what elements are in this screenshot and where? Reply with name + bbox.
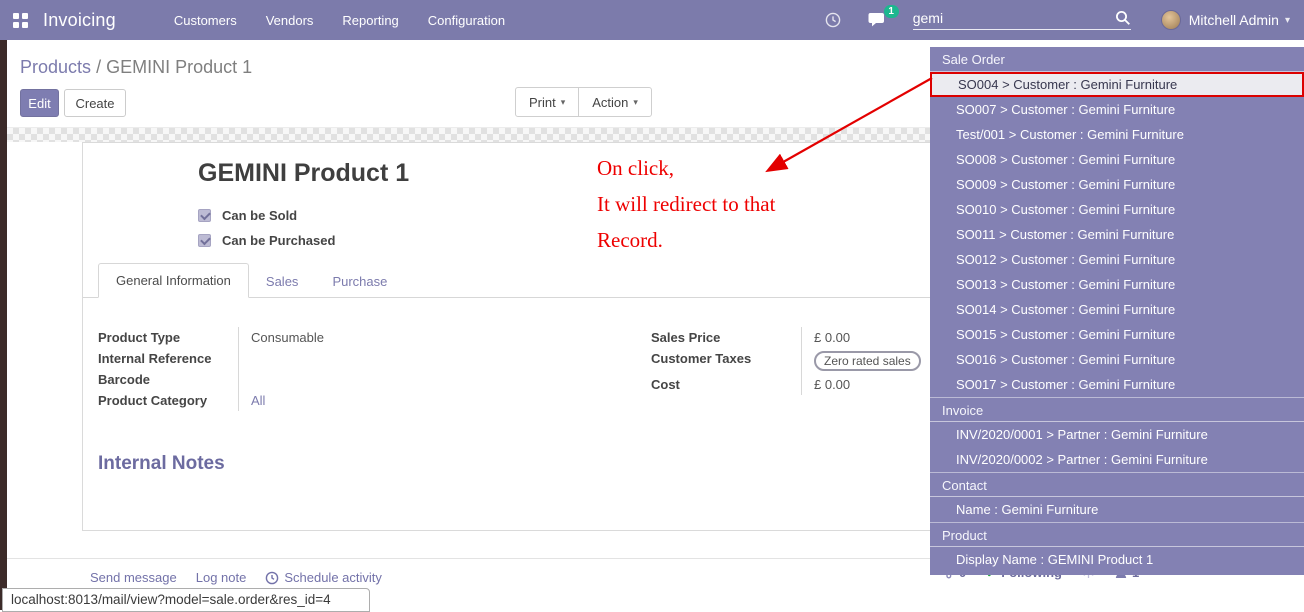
checkbox-icon[interactable] xyxy=(198,234,211,247)
breadcrumb-separator: / xyxy=(96,57,101,77)
search-section-header: Product xyxy=(930,522,1304,547)
search-section-header: Contact xyxy=(930,472,1304,497)
nav-menu-configuration[interactable]: Configuration xyxy=(428,13,505,28)
tab-sales[interactable]: Sales xyxy=(249,265,316,298)
breadcrumb-products-link[interactable]: Products xyxy=(20,57,91,77)
product-flags: Can be Sold Can be Purchased xyxy=(198,203,335,253)
nav-menu-reporting[interactable]: Reporting xyxy=(342,13,398,28)
action-button[interactable]: Action▾ xyxy=(578,87,652,117)
search-section-header: Sale Order xyxy=(930,47,1304,72)
messages-bubble-icon[interactable]: 1 xyxy=(868,12,887,29)
search-result-item[interactable]: Display Name : GEMINI Product 1 xyxy=(930,547,1304,572)
field-label-customer-taxes: Customer Taxes xyxy=(651,348,801,374)
send-message-link[interactable]: Send message xyxy=(90,570,177,585)
product-flag-row: Can be Sold xyxy=(198,203,335,228)
nav-menu-customers[interactable]: Customers xyxy=(174,13,237,28)
field-value-product-type: Consumable xyxy=(238,327,538,348)
activity-clock-icon[interactable] xyxy=(824,11,842,29)
search-result-item[interactable]: SO016 > Customer : Gemini Furniture xyxy=(930,347,1304,372)
search-icon[interactable] xyxy=(1115,10,1131,26)
search-result-item[interactable]: INV/2020/0002 > Partner : Gemini Furnitu… xyxy=(930,447,1304,472)
search-section-product: ProductDisplay Name : GEMINI Product 1 xyxy=(930,522,1304,572)
search-result-item[interactable]: SO009 > Customer : Gemini Furniture xyxy=(930,172,1304,197)
status-url-tooltip: localhost:8013/mail/view?model=sale.orde… xyxy=(2,588,370,612)
search-result-item[interactable]: SO004 > Customer : Gemini Furniture xyxy=(930,72,1304,97)
global-search-dropdown: Sale OrderSO004 > Customer : Gemini Furn… xyxy=(930,47,1304,575)
search-section-header: Invoice xyxy=(930,397,1304,422)
field-label-internal-reference: Internal Reference xyxy=(98,348,238,369)
search-result-item[interactable]: INV/2020/0001 > Partner : Gemini Furnitu… xyxy=(930,422,1304,447)
search-result-item[interactable]: Test/001 > Customer : Gemini Furniture xyxy=(930,122,1304,147)
field-label-barcode: Barcode xyxy=(98,369,238,390)
product-title: GEMINI Product 1 xyxy=(198,159,409,188)
tab-purchase[interactable]: Purchase xyxy=(315,265,404,298)
top-navbar: Invoicing Customers Vendors Reporting Confi… xyxy=(0,0,1304,40)
annotation-note: On click, It will redirect to that Recor… xyxy=(597,150,775,258)
field-label-product-category: Product Category xyxy=(98,390,238,411)
apps-grid-icon[interactable] xyxy=(13,13,28,28)
field-value-barcode xyxy=(238,369,538,390)
search-result-item[interactable]: SO008 > Customer : Gemini Furniture xyxy=(930,147,1304,172)
schedule-activity-link[interactable]: Schedule activity xyxy=(265,570,382,585)
search-result-item[interactable]: SO014 > Customer : Gemini Furniture xyxy=(930,297,1304,322)
search-result-item[interactable]: SO015 > Customer : Gemini Furniture xyxy=(930,322,1304,347)
field-label-product-type: Product Type xyxy=(98,327,238,348)
navbar-menus: Customers Vendors Reporting Configuration xyxy=(174,13,505,28)
checkbox-label: Can be Purchased xyxy=(222,233,335,248)
user-menu[interactable]: Mitchell Admin xyxy=(1189,12,1279,28)
breadcrumb-current: GEMINI Product 1 xyxy=(106,57,252,77)
search-result-item[interactable]: SO010 > Customer : Gemini Furniture xyxy=(930,197,1304,222)
product-flag-row: Can be Purchased xyxy=(198,228,335,253)
user-caret-icon: ▾ xyxy=(1285,15,1290,26)
schedule-clock-icon xyxy=(265,571,279,585)
caret-down-icon: ▾ xyxy=(561,97,566,108)
tax-badge[interactable]: Zero rated sales xyxy=(814,351,921,371)
checkbox-label: Can be Sold xyxy=(222,208,297,223)
tab-general-information[interactable]: General Information xyxy=(98,263,249,298)
search-section-sale-order: Sale OrderSO004 > Customer : Gemini Furn… xyxy=(930,47,1304,397)
checkbox-icon[interactable] xyxy=(198,209,211,222)
search-input[interactable] xyxy=(913,10,1115,26)
message-count-badge: 1 xyxy=(884,5,899,18)
user-avatar[interactable] xyxy=(1161,10,1181,30)
window-edge-strip xyxy=(0,40,7,610)
breadcrumb: Products / GEMINI Product 1 xyxy=(20,57,252,78)
search-result-item[interactable]: SO017 > Customer : Gemini Furniture xyxy=(930,372,1304,397)
internal-notes-heading: Internal Notes xyxy=(98,453,225,475)
search-result-item[interactable]: SO013 > Customer : Gemini Furniture xyxy=(930,272,1304,297)
field-label-cost: Cost xyxy=(651,374,801,395)
app-title[interactable]: Invoicing xyxy=(43,10,116,31)
print-action-group: Print▾ Action▾ xyxy=(515,87,652,117)
field-label-sales-price: Sales Price xyxy=(651,327,801,348)
navbar-right: 1 Mitchell Admin ▾ xyxy=(824,10,1290,30)
field-value-product-category[interactable]: All xyxy=(238,390,538,411)
search-result-item[interactable]: SO011 > Customer : Gemini Furniture xyxy=(930,222,1304,247)
caret-down-icon: ▾ xyxy=(633,97,638,108)
field-group-left: Product TypeConsumableInternal Reference… xyxy=(98,327,538,411)
nav-menu-vendors[interactable]: Vendors xyxy=(266,13,314,28)
chatter-toolbar: Send message Log note Schedule activity xyxy=(90,570,382,585)
search-section-contact: ContactName : Gemini Furniture xyxy=(930,472,1304,522)
field-value-internal-reference xyxy=(238,348,538,369)
search-section-invoice: InvoiceINV/2020/0001 > Partner : Gemini … xyxy=(930,397,1304,472)
search-result-item[interactable]: SO007 > Customer : Gemini Furniture xyxy=(930,97,1304,122)
search-result-item[interactable]: Name : Gemini Furniture xyxy=(930,497,1304,522)
search-result-item[interactable]: SO012 > Customer : Gemini Furniture xyxy=(930,247,1304,272)
create-button[interactable]: Create xyxy=(64,89,126,117)
edit-button[interactable]: Edit xyxy=(20,89,59,117)
global-search-box xyxy=(913,10,1131,30)
print-button[interactable]: Print▾ xyxy=(515,87,579,117)
log-note-link[interactable]: Log note xyxy=(196,570,247,585)
